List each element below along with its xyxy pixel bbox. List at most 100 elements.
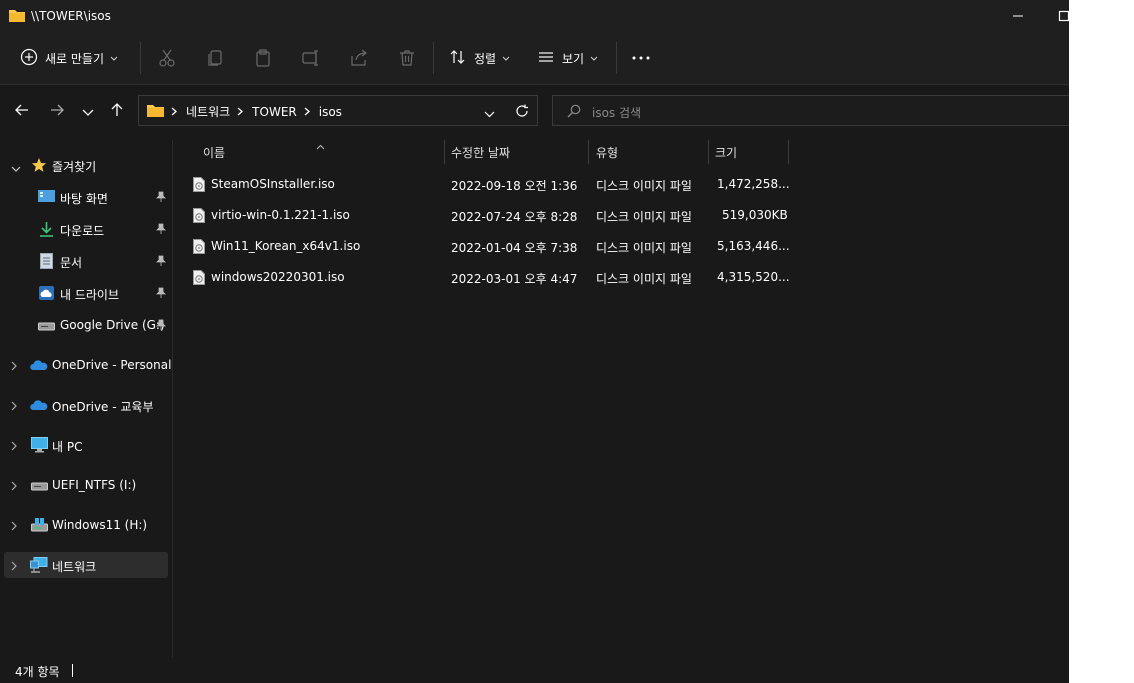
- star-icon: [31, 157, 47, 176]
- minimize-button[interactable]: [996, 0, 1042, 32]
- forward-arrow-icon[interactable]: [49, 102, 65, 121]
- toolbar-separator: [616, 42, 617, 74]
- sidebar-item-my-drive[interactable]: 내 드라이브: [4, 280, 168, 306]
- column-divider[interactable]: [444, 140, 445, 164]
- table-row[interactable]: virtio-win-0.1.221-1.iso 2022-07-24 오후 8…: [187, 202, 799, 228]
- column-divider[interactable]: [708, 140, 709, 164]
- search-icon: [567, 104, 581, 121]
- sidebar-item-downloads[interactable]: 다운로드: [4, 216, 168, 242]
- cut-icon[interactable]: [157, 48, 177, 68]
- new-button[interactable]: 새로 만들기: [20, 44, 118, 72]
- table-row[interactable]: windows20220301.iso 2022-03-01 오후 4:47 디…: [187, 264, 799, 290]
- sidebar-item-uefi-ntfs[interactable]: UEFI_NTFS (I:): [4, 472, 168, 498]
- item-count: 4개 항목: [15, 665, 60, 679]
- file-modified: 2022-07-24 오후 8:28: [451, 210, 578, 224]
- file-explorer-window: \\TOWER\isos 새로 만들기 정렬 보기 네트워크 TOWER iso…: [0, 0, 1069, 683]
- column-header-size[interactable]: 크기: [715, 144, 737, 161]
- sidebar-item-label: 내 PC: [52, 440, 83, 454]
- file-name: SteamOSInstaller.iso: [211, 177, 335, 191]
- paste-icon[interactable]: [253, 48, 273, 68]
- address-history-chevron-icon[interactable]: [484, 107, 495, 121]
- sort-button[interactable]: 정렬: [449, 44, 510, 72]
- chevron-right-icon: [237, 105, 244, 119]
- view-button-label: 보기: [562, 51, 585, 66]
- chevron-right-icon[interactable]: [11, 400, 18, 414]
- column-divider[interactable]: [788, 140, 789, 164]
- file-type: 디스크 이미지 파일: [596, 241, 692, 255]
- breadcrumb-tower[interactable]: TOWER: [252, 105, 297, 119]
- file-type: 디스크 이미지 파일: [596, 179, 692, 193]
- chevron-right-icon[interactable]: [11, 480, 18, 494]
- pin-icon[interactable]: [156, 287, 166, 301]
- up-arrow-icon[interactable]: [109, 102, 125, 121]
- share-icon[interactable]: [349, 48, 369, 68]
- download-icon: [39, 221, 54, 240]
- sidebar-item-windows11[interactable]: Windows11 (H:): [4, 512, 168, 538]
- toolbar-separator: [433, 42, 434, 74]
- pin-icon[interactable]: [156, 223, 166, 237]
- chevron-down-icon: [502, 51, 510, 65]
- copy-icon[interactable]: [205, 48, 225, 68]
- rename-icon[interactable]: [301, 48, 321, 68]
- column-header-modified[interactable]: 수정한 날짜: [451, 144, 510, 161]
- chevron-right-icon: [304, 105, 310, 119]
- sidebar-item-label: 바탕 화면: [60, 192, 108, 206]
- sort-icon: [449, 48, 467, 69]
- chevron-right-icon[interactable]: [11, 440, 18, 454]
- sidebar-item-google-drive[interactable]: Google Drive (G:): [4, 312, 168, 338]
- recent-locations-chevron-icon[interactable]: [82, 106, 94, 120]
- file-list: 이름 수정한 날짜 유형 크기 SteamOSInstaller.iso 202…: [173, 136, 1069, 658]
- sort-button-label: 정렬: [474, 51, 497, 66]
- delete-icon[interactable]: [397, 48, 417, 68]
- maximize-button[interactable]: [1042, 0, 1069, 32]
- sidebar-item-label: 다운로드: [60, 224, 105, 238]
- pin-icon[interactable]: [156, 319, 166, 333]
- sidebar-item-onedrive-school[interactable]: OneDrive - 교육부: [4, 392, 168, 418]
- desktop-icon: [38, 189, 55, 207]
- sidebar-item-this-pc[interactable]: 내 PC: [4, 432, 168, 458]
- chevron-down-icon: [590, 51, 598, 65]
- column-header-type[interactable]: 유형: [596, 144, 618, 161]
- sidebar-item-network[interactable]: 네트워크: [4, 552, 168, 578]
- more-options-icon[interactable]: [631, 48, 651, 68]
- file-name: virtio-win-0.1.221-1.iso: [211, 208, 350, 222]
- file-name: windows20220301.iso: [211, 270, 345, 284]
- back-arrow-icon[interactable]: [14, 102, 30, 121]
- disc-image-file-icon: [193, 177, 205, 195]
- breadcrumb-network[interactable]: 네트워크: [186, 103, 230, 120]
- sidebar-item-label: Windows11 (H:): [52, 518, 148, 532]
- table-row[interactable]: Win11_Korean_x64v1.iso 2022-01-04 오후 7:3…: [187, 233, 799, 259]
- sidebar-item-label: OneDrive - Personal: [52, 358, 172, 372]
- sidebar-item-onedrive-personal[interactable]: OneDrive - Personal: [4, 352, 172, 378]
- chevron-right-icon[interactable]: [11, 560, 18, 574]
- refresh-icon[interactable]: [515, 104, 529, 121]
- navigation-bar: 네트워크 TOWER isos isos 검색: [0, 85, 1069, 135]
- column-divider[interactable]: [588, 140, 589, 164]
- sidebar-item-desktop[interactable]: 바탕 화면: [4, 184, 168, 210]
- breadcrumb: 네트워크 TOWER isos: [147, 103, 342, 120]
- column-header-name[interactable]: 이름: [203, 144, 225, 161]
- disc-image-file-icon: [193, 208, 205, 226]
- chevron-right-icon[interactable]: [11, 360, 18, 374]
- network-icon: [30, 557, 48, 576]
- chevron-down-icon[interactable]: [11, 162, 21, 176]
- address-bar[interactable]: 네트워크 TOWER isos: [138, 95, 538, 126]
- pin-icon[interactable]: [156, 255, 166, 269]
- folder-icon: [147, 103, 164, 120]
- view-list-icon: [537, 48, 555, 69]
- table-row[interactable]: SteamOSInstaller.iso 2022-09-18 오전 1:36 …: [187, 171, 799, 197]
- pin-icon[interactable]: [156, 191, 166, 205]
- search-box[interactable]: isos 검색: [552, 95, 1069, 126]
- chevron-down-icon: [110, 51, 118, 65]
- system-drive-icon: [31, 517, 48, 536]
- view-button[interactable]: 보기: [537, 44, 598, 72]
- chevron-right-icon[interactable]: [11, 520, 18, 534]
- status-bar: 4개 항목: [0, 658, 1069, 683]
- sidebar-item-quick-access[interactable]: 즐겨찾기: [4, 152, 168, 178]
- file-size: 1,472,258...: [717, 177, 790, 191]
- toolbar-separator: [140, 42, 141, 74]
- breadcrumb-isos[interactable]: isos: [319, 105, 342, 119]
- file-size: 4,315,520...: [717, 270, 790, 284]
- disc-image-file-icon: [193, 270, 205, 288]
- sidebar-item-documents[interactable]: 문서: [4, 248, 168, 274]
